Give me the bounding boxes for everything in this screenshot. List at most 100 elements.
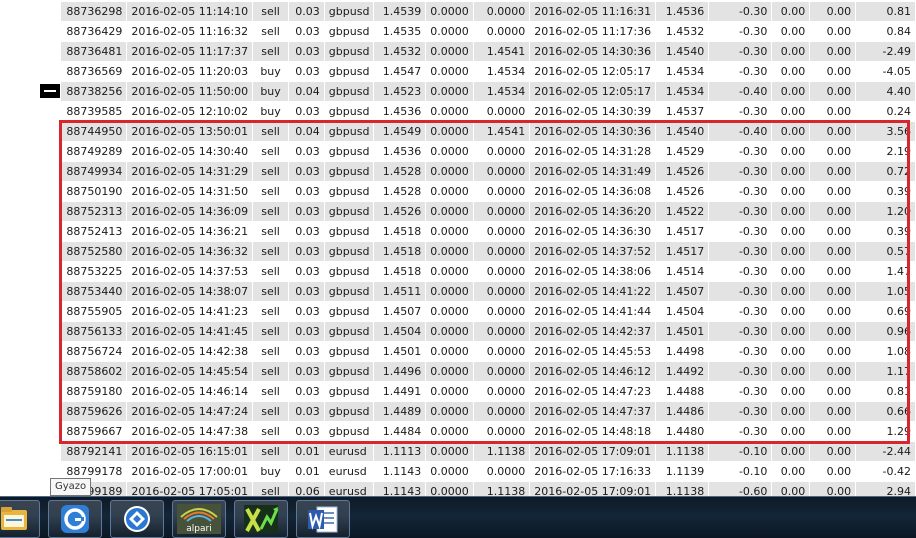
ticket-cell: 88744950 bbox=[61, 121, 128, 142]
table-row[interactable]: 88752313 2016-02-05 14:36:09 sell 0.03 gbpus… bbox=[61, 201, 916, 222]
table-row[interactable]: 88736481 2016-02-05 11:17:37 sell 0.03 gbpus… bbox=[61, 41, 916, 62]
ticket-cell: 88792141 bbox=[61, 441, 128, 462]
stop-loss-cell: 0.0000 bbox=[425, 221, 474, 242]
ticket-cell: 88759626 bbox=[61, 401, 128, 422]
close-price-cell: 1.4534 bbox=[655, 81, 710, 102]
profit-cell: -2.44 bbox=[855, 441, 916, 462]
take-profit-cell: 0.0000 bbox=[473, 101, 531, 122]
close-price-cell: 1.4540 bbox=[655, 41, 710, 62]
table-row[interactable]: 88799178 2016-02-05 17:00:01 buy 0.01 eurusd… bbox=[61, 461, 916, 482]
close-time-cell: 2016-02-05 14:37:52 bbox=[529, 241, 657, 262]
alpari-label: alpari bbox=[186, 524, 211, 534]
size-cell: 0.01 bbox=[288, 441, 325, 462]
table-row[interactable]: 88736429 2016-02-05 11:16:32 sell 0.03 gbpus… bbox=[61, 21, 916, 42]
close-time-cell: 2016-02-05 11:16:31 bbox=[529, 2, 657, 22]
table-row[interactable]: 88759667 2016-02-05 14:47:38 sell 0.03 gbpus… bbox=[61, 421, 916, 442]
commission-cell: -0.30 bbox=[708, 21, 773, 42]
ticket-cell: 88753440 bbox=[61, 281, 128, 302]
symbol-cell: gbpusd bbox=[324, 121, 375, 142]
commission-cell: -0.30 bbox=[708, 361, 773, 382]
ticket-cell: 88749289 bbox=[61, 141, 128, 162]
stop-loss-cell: 0.0000 bbox=[425, 421, 474, 442]
table-row[interactable]: 88739585 2016-02-05 12:10:02 buy 0.03 gbpusd… bbox=[61, 101, 916, 122]
table-row[interactable]: 88758602 2016-02-05 14:45:54 sell 0.03 gbpus… bbox=[61, 361, 916, 382]
type-cell: sell bbox=[252, 241, 289, 262]
taxes-cell: 0.00 bbox=[771, 461, 811, 482]
symbol-cell: gbpusd bbox=[324, 361, 375, 382]
swap-cell: 0.00 bbox=[809, 381, 857, 402]
take-profit-cell: 0.0000 bbox=[473, 2, 531, 22]
close-time-cell: 2016-02-05 12:05:17 bbox=[529, 81, 657, 102]
ticket-cell: 88752313 bbox=[61, 201, 128, 222]
commission-cell: -0.30 bbox=[708, 281, 773, 302]
swap-cell: 0.00 bbox=[809, 461, 857, 482]
symbol-cell: eurusd bbox=[324, 441, 375, 462]
open-time-cell: 2016-02-05 14:38:07 bbox=[126, 281, 254, 302]
size-cell: 0.03 bbox=[288, 241, 325, 262]
stop-loss-cell: 0.0000 bbox=[425, 441, 474, 462]
table-row[interactable]: 88753440 2016-02-05 14:38:07 sell 0.03 gbpus… bbox=[61, 281, 916, 302]
open-time-cell: 2016-02-05 16:15:01 bbox=[126, 441, 254, 462]
close-time-cell: 2016-02-05 17:09:01 bbox=[529, 441, 657, 462]
taskbar-gyazo-gif-button[interactable] bbox=[110, 500, 164, 538]
table-row[interactable]: 88759180 2016-02-05 14:46:14 sell 0.03 gbpus… bbox=[61, 381, 916, 402]
taskbar-trading-terminal-button[interactable] bbox=[234, 500, 288, 538]
open-time-cell: 2016-02-05 14:45:54 bbox=[126, 361, 254, 382]
open-time-cell: 2016-02-05 11:50:00 bbox=[126, 81, 254, 102]
profit-cell: 0.84 bbox=[855, 21, 916, 42]
stop-loss-cell: 0.0000 bbox=[425, 261, 474, 282]
taskbar-file-explorer-button[interactable] bbox=[0, 500, 40, 538]
swap-cell: 0.00 bbox=[809, 281, 857, 302]
close-time-cell: 2016-02-05 14:48:18 bbox=[529, 421, 657, 442]
type-cell: sell bbox=[252, 141, 289, 162]
size-cell: 0.03 bbox=[288, 381, 325, 402]
collapse-button[interactable] bbox=[40, 84, 60, 98]
swap-cell: 0.00 bbox=[809, 421, 857, 442]
take-profit-cell: 0.0000 bbox=[473, 421, 531, 442]
swap-cell: 0.00 bbox=[809, 361, 857, 382]
table-row[interactable]: 88752413 2016-02-05 14:36:21 sell 0.03 gbpus… bbox=[61, 221, 916, 242]
symbol-cell: gbpusd bbox=[324, 281, 375, 302]
taskbar-gyazo-button[interactable] bbox=[48, 500, 102, 538]
taxes-cell: 0.00 bbox=[771, 161, 811, 182]
size-cell: 0.03 bbox=[288, 161, 325, 182]
take-profit-cell: 0.0000 bbox=[473, 321, 531, 342]
table-row[interactable]: 88755905 2016-02-05 14:41:23 sell 0.03 gbpus… bbox=[61, 301, 916, 322]
type-cell: sell bbox=[252, 341, 289, 362]
stop-loss-cell: 0.0000 bbox=[425, 41, 474, 62]
ticket-cell: 88756724 bbox=[61, 341, 128, 362]
close-price-cell: 1.4534 bbox=[655, 61, 710, 82]
table-row[interactable]: 88749934 2016-02-05 14:31:29 sell 0.03 gbpus… bbox=[61, 161, 916, 182]
open-time-cell: 2016-02-05 14:31:29 bbox=[126, 161, 254, 182]
take-profit-cell: 1.4541 bbox=[473, 121, 531, 142]
close-time-cell: 2016-02-05 14:45:53 bbox=[529, 341, 657, 362]
table-row[interactable]: 88752580 2016-02-05 14:36:32 sell 0.03 gbpus… bbox=[61, 241, 916, 262]
open-price-cell: 1.1113 bbox=[373, 441, 427, 462]
table-row[interactable]: 88759626 2016-02-05 14:47:24 sell 0.03 gbpus… bbox=[61, 401, 916, 422]
symbol-cell: gbpusd bbox=[324, 261, 375, 282]
table-row[interactable]: 88792141 2016-02-05 16:15:01 sell 0.01 eurus… bbox=[61, 441, 916, 462]
taxes-cell: 0.00 bbox=[771, 41, 811, 62]
table-row[interactable]: 88753225 2016-02-05 14:37:53 sell 0.03 gbpus… bbox=[61, 261, 916, 282]
type-cell: sell bbox=[252, 281, 289, 302]
open-price-cell: 1.4489 bbox=[373, 401, 427, 422]
close-time-cell: 2016-02-05 17:16:33 bbox=[529, 461, 657, 482]
take-profit-cell: 0.0000 bbox=[473, 381, 531, 402]
table-row[interactable]: 88744950 2016-02-05 13:50:01 sell 0.04 gbpus… bbox=[61, 121, 916, 142]
take-profit-cell: 0.0000 bbox=[473, 341, 531, 362]
take-profit-cell: 0.0000 bbox=[473, 301, 531, 322]
table-row[interactable]: 88756724 2016-02-05 14:42:38 sell 0.03 gbpus… bbox=[61, 341, 916, 362]
table-row[interactable]: 88749289 2016-02-05 14:30:40 sell 0.03 gbpus… bbox=[61, 141, 916, 162]
table-row[interactable]: 88756133 2016-02-05 14:41:45 sell 0.03 gbpus… bbox=[61, 321, 916, 342]
profit-cell: 0.24 bbox=[855, 101, 916, 122]
taskbar-alpari-button[interactable]: alpari bbox=[172, 500, 226, 538]
stop-loss-cell: 0.0000 bbox=[425, 361, 474, 382]
table-row[interactable]: 88736298 2016-02-05 11:14:10 sell 0.03 gbpus… bbox=[61, 2, 916, 22]
open-time-cell: 2016-02-05 14:31:50 bbox=[126, 181, 254, 202]
taskbar-word-button[interactable] bbox=[296, 500, 350, 538]
table-row[interactable]: 88750190 2016-02-05 14:31:50 sell 0.03 gbpus… bbox=[61, 181, 916, 202]
table-row[interactable]: 88738256 2016-02-05 11:50:00 buy 0.04 gbpusd… bbox=[61, 81, 916, 102]
minus-icon bbox=[44, 90, 56, 92]
close-time-cell: 2016-02-05 14:31:28 bbox=[529, 141, 657, 162]
table-row[interactable]: 88736569 2016-02-05 11:20:03 buy 0.03 gbpusd… bbox=[61, 61, 916, 82]
